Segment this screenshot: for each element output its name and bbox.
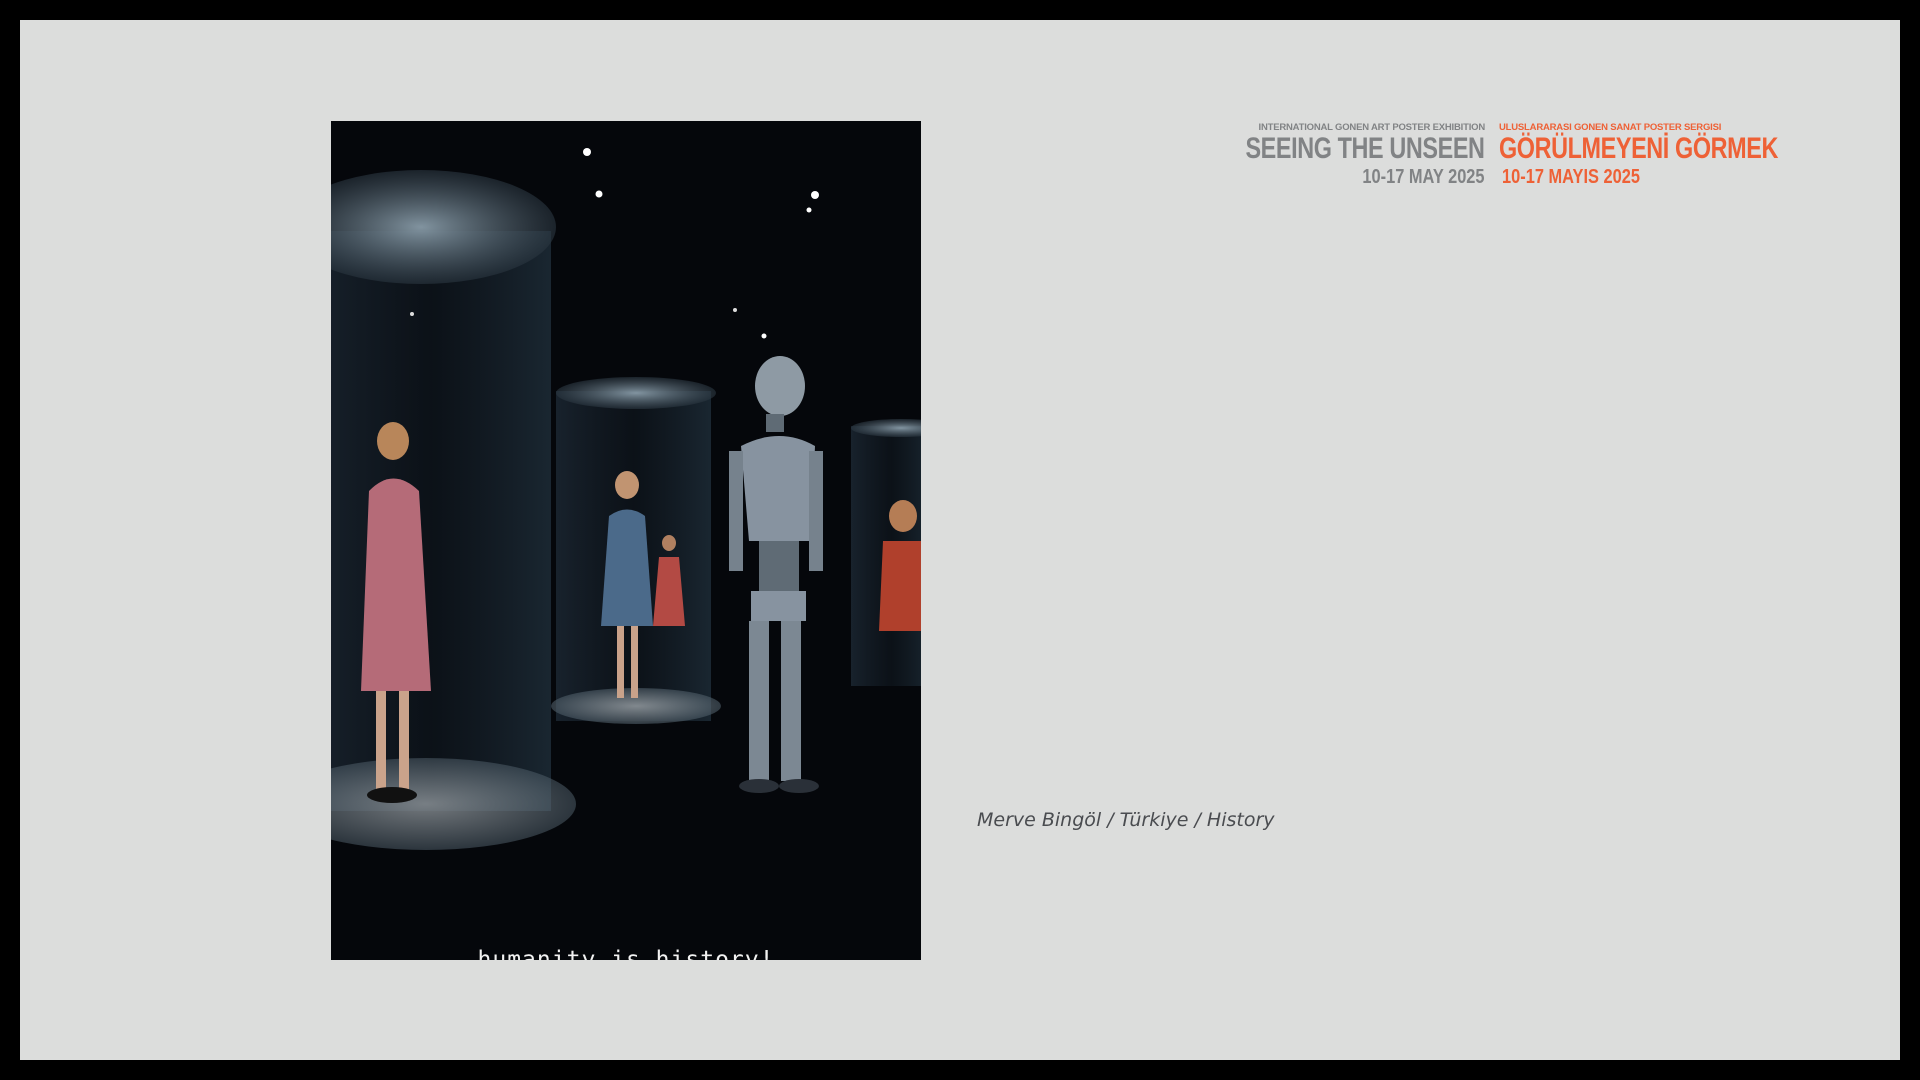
header-english: INTERNATIONAL GONEN ART POSTER EXHIBITIO…: [1178, 122, 1486, 190]
header-turkish: ULUSLARARASI GONEN SANAT POSTER SERGISI …: [1499, 122, 1857, 190]
header-en-dates: 10-17 MAY 2025: [1362, 166, 1485, 188]
header-en-title: SEEING THE UNSEEN: [1245, 132, 1486, 165]
header-tr-dates: 10-17 MAYIS 2025: [1502, 166, 1640, 188]
exhibition-header: INTERNATIONAL GONEN ART POSTER EXHIBITIO…: [1246, 122, 1779, 202]
poster-illustration: [331, 121, 921, 960]
artwork-credit: Merve Bingöl / Türkiye / History: [977, 809, 1275, 831]
poster-caption: humanity is history!: [477, 947, 775, 960]
slide: humanity is history! INTERNATIONAL GONEN…: [20, 20, 1900, 1060]
header-tr-title: GÖRÜLMEYENİ GÖRMEK: [1499, 132, 1778, 165]
poster-image: humanity is history!: [331, 121, 921, 960]
